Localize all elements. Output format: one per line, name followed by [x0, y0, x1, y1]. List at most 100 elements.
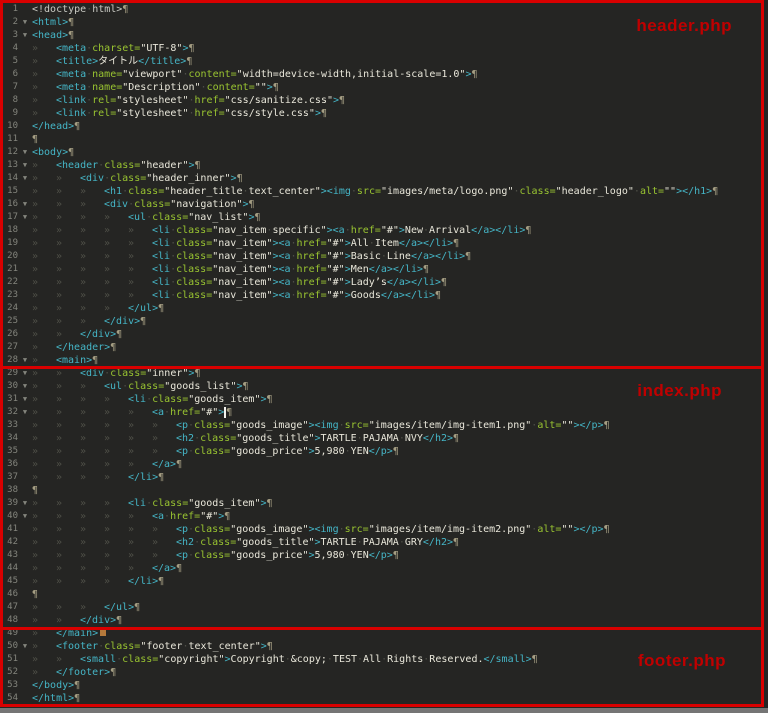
code-line-30[interactable]: 30▼»»»<ul·class="goods_list">¶	[4, 380, 768, 393]
fold-arrow-icon[interactable]: ▼	[18, 16, 32, 29]
code-line-44[interactable]: 44»»»»»</a>¶	[4, 562, 768, 575]
fold-arrow-icon[interactable]: ▼	[18, 393, 32, 406]
code-line-37[interactable]: 37»»»»</li>¶	[4, 471, 768, 484]
code-area[interactable]: 1<!doctype·html>¶2▼<html>¶3▼<head>¶4»<me…	[4, 3, 768, 705]
fold-arrow-icon[interactable]: ▼	[18, 406, 32, 419]
line-number: 8	[4, 94, 18, 107]
code-line-18[interactable]: 18»»»»»<li·class="nav_item·specific"><a·…	[4, 224, 768, 237]
code-line-7[interactable]: 7»<meta·name="Description"·content="">¶	[4, 81, 768, 94]
code-token: ""	[561, 420, 573, 431]
code-token: class=	[194, 550, 230, 561]
tab-marker: »	[32, 68, 56, 81]
code-token: ><a	[272, 277, 290, 288]
code-line-14[interactable]: 14▼»»<div·class="header_inner">¶	[4, 172, 768, 185]
code-line-39[interactable]: 39▼»»»»<li·class="goods_item">¶	[4, 497, 768, 510]
fold-arrow-icon[interactable]: ▼	[18, 510, 32, 523]
code-token: class=	[194, 524, 230, 535]
code-line-40[interactable]: 40▼»»»»»<a·href="#">¶	[4, 510, 768, 523]
code-line-47[interactable]: 47»»»</ul>¶	[4, 601, 768, 614]
code-line-22[interactable]: 22»»»»»<li·class="nav_item"><a·href="#">…	[4, 276, 768, 289]
code-line-46[interactable]: 46¶	[4, 588, 768, 601]
code-line-9[interactable]: 9»<link·rel="stylesheet"·href="css/style…	[4, 107, 768, 120]
code-token: href=	[351, 225, 381, 236]
code-token: </main>	[56, 628, 98, 639]
code-line-10[interactable]: 10</head>¶	[4, 120, 768, 133]
fold-arrow-icon[interactable]: ▼	[18, 354, 32, 367]
code-line-4[interactable]: 4»<meta·charset="UTF-8">¶	[4, 42, 768, 55]
code-line-54[interactable]: 54</html>¶	[4, 692, 768, 705]
pilcrow-icon: ¶	[435, 290, 441, 301]
code-line-17[interactable]: 17▼»»»»<ul·class="nav_list">¶	[4, 211, 768, 224]
code-line-50[interactable]: 50▼»<footer·class="footer·text_center">¶	[4, 640, 768, 653]
code-token: class=	[128, 381, 164, 392]
code-token: <title>	[56, 56, 98, 67]
code-line-53[interactable]: 53</body>¶	[4, 679, 768, 692]
code-line-2[interactable]: 2▼<html>¶	[4, 16, 768, 29]
code-line-13[interactable]: 13▼»<header·class="header">¶	[4, 159, 768, 172]
fold-arrow-icon[interactable]: ▼	[18, 172, 32, 185]
code-token: "#"	[327, 238, 345, 249]
code-line-52[interactable]: 52»</footer>¶	[4, 666, 768, 679]
code-token: "nav_item"	[212, 238, 272, 249]
pilcrow-icon: ¶	[74, 693, 80, 704]
code-line-12[interactable]: 12▼<body>¶	[4, 146, 768, 159]
code-line-38[interactable]: 38¶	[4, 484, 768, 497]
code-line-1[interactable]: 1<!doctype·html>¶	[4, 3, 768, 16]
code-line-28[interactable]: 28▼»<main>¶	[4, 354, 768, 367]
line-number: 39	[4, 497, 18, 510]
code-line-8[interactable]: 8»<link·rel="stylesheet"·href="css/sanit…	[4, 94, 768, 107]
code-line-36[interactable]: 36»»»»»</a>¶	[4, 458, 768, 471]
code-token: <p	[176, 446, 188, 457]
pilcrow-icon: ¶	[176, 563, 182, 574]
code-line-21[interactable]: 21»»»»»<li·class="nav_item"><a·href="#">…	[4, 263, 768, 276]
fold-arrow-icon[interactable]: ▼	[18, 198, 32, 211]
code-line-6[interactable]: 6»<meta·name="viewport"·content="width=d…	[4, 68, 768, 81]
code-line-31[interactable]: 31▼»»»»<li·class="goods_item">¶	[4, 393, 768, 406]
code-line-49[interactable]: 49»</main>	[4, 627, 768, 640]
code-line-20[interactable]: 20»»»»»<li·class="nav_item"><a·href="#">…	[4, 250, 768, 263]
code-line-3[interactable]: 3▼<head>¶	[4, 29, 768, 42]
fold-arrow-icon[interactable]: ▼	[18, 497, 32, 510]
code-line-48[interactable]: 48»»</div>¶	[4, 614, 768, 627]
fold-arrow-icon[interactable]: ▼	[18, 159, 32, 172]
code-line-27[interactable]: 27»</header>¶	[4, 341, 768, 354]
code-line-41[interactable]: 41»»»»»»<p·class="goods_image"><img·src=…	[4, 523, 768, 536]
code-line-24[interactable]: 24»»»»</ul>¶	[4, 302, 768, 315]
code-line-29[interactable]: 29▼»»<div·class="inner">¶	[4, 367, 768, 380]
code-line-33[interactable]: 33»»»»»»<p·class="goods_image"><img·src=…	[4, 419, 768, 432]
code-line-16[interactable]: 16▼»»»<div·class="navigation">¶	[4, 198, 768, 211]
tab-marker: »	[104, 250, 128, 263]
fold-arrow-icon[interactable]: ▼	[18, 367, 32, 380]
code-line-42[interactable]: 42»»»»»»<h2·class="goods_title">TARTLE·P…	[4, 536, 768, 549]
tab-marker: »	[128, 289, 152, 302]
code-token: "images/item/img-item2.png"	[369, 524, 532, 535]
pilcrow-icon: ¶	[339, 95, 345, 106]
code-token: class=	[520, 186, 556, 197]
fold-arrow-icon[interactable]: ▼	[18, 640, 32, 653]
code-line-23[interactable]: 23»»»»»<li·class="nav_item"><a·href="#">…	[4, 289, 768, 302]
tab-marker: »	[56, 250, 80, 263]
code-line-26[interactable]: 26»»</div>¶	[4, 328, 768, 341]
code-line-19[interactable]: 19»»»»»<li·class="nav_item"><a·href="#">…	[4, 237, 768, 250]
code-line-32[interactable]: 32▼»»»»»<a·href="#">¶	[4, 406, 768, 419]
fold-arrow-icon[interactable]: ▼	[18, 146, 32, 159]
code-line-11[interactable]: 11¶	[4, 133, 768, 146]
code-line-25[interactable]: 25»»»</div>¶	[4, 315, 768, 328]
code-line-15[interactable]: 15»»»<h1·class="header_title·text_center…	[4, 185, 768, 198]
line-number: 6	[4, 68, 18, 81]
code-line-5[interactable]: 5»<title>タイトル</title>¶	[4, 55, 768, 68]
code-line-51[interactable]: 51»»<small·class="copyright">Copyright·&…	[4, 653, 768, 666]
pilcrow-icon: ¶	[273, 82, 279, 93]
code-token: Arrival	[429, 225, 471, 236]
code-line-34[interactable]: 34»»»»»»<h2·class="goods_title">TARTLE·P…	[4, 432, 768, 445]
fold-arrow-icon[interactable]: ▼	[18, 380, 32, 393]
code-line-35[interactable]: 35»»»»»»<p·class="goods_price">5,980·YEN…	[4, 445, 768, 458]
fold-arrow-icon[interactable]: ▼	[18, 211, 32, 224]
fold-arrow-icon[interactable]: ▼	[18, 29, 32, 42]
tab-marker: »	[32, 42, 56, 55]
code-line-45[interactable]: 45»»»»</li>¶	[4, 575, 768, 588]
code-token: class=	[152, 498, 188, 509]
code-token: </li>	[128, 472, 158, 483]
code-line-43[interactable]: 43»»»»»»<p·class="goods_price">5,980·YEN…	[4, 549, 768, 562]
code-token: alt=	[537, 524, 561, 535]
